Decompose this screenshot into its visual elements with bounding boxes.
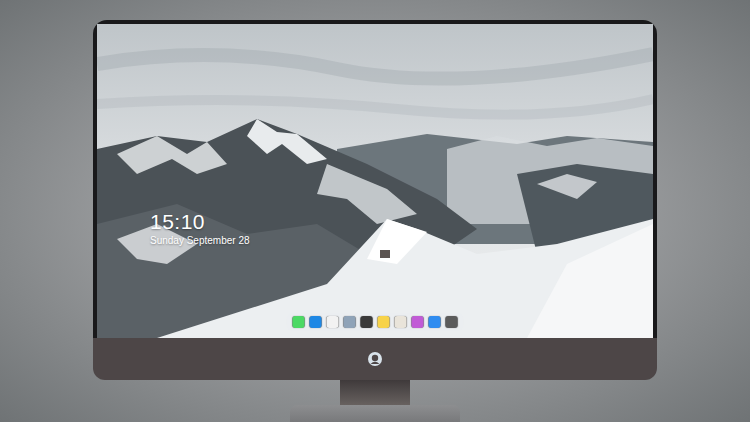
logo-icon [367,351,383,367]
monitor-stand [340,380,410,405]
app-icon[interactable] [446,316,458,328]
monitor-base [290,405,460,422]
dock [287,313,464,331]
lock-screen-info: 15:10 Sunday September 28 [150,210,250,247]
monitor: 15:10 Sunday September 28 [93,20,657,338]
app-icon[interactable] [361,316,373,328]
monitor-chin [93,338,657,380]
date-label: Sunday September 28 [150,234,250,247]
app-icon[interactable] [344,316,356,328]
wallpaper-photo [97,24,653,338]
app-icon[interactable] [378,316,390,328]
clock: 15:10 [150,210,250,234]
screen: 15:10 Sunday September 28 [97,24,653,338]
app-icon[interactable] [327,316,339,328]
app-icon[interactable] [412,316,424,328]
app-icon[interactable] [395,316,407,328]
app-icon[interactable] [429,316,441,328]
app-icon[interactable] [293,316,305,328]
app-icon[interactable] [310,316,322,328]
